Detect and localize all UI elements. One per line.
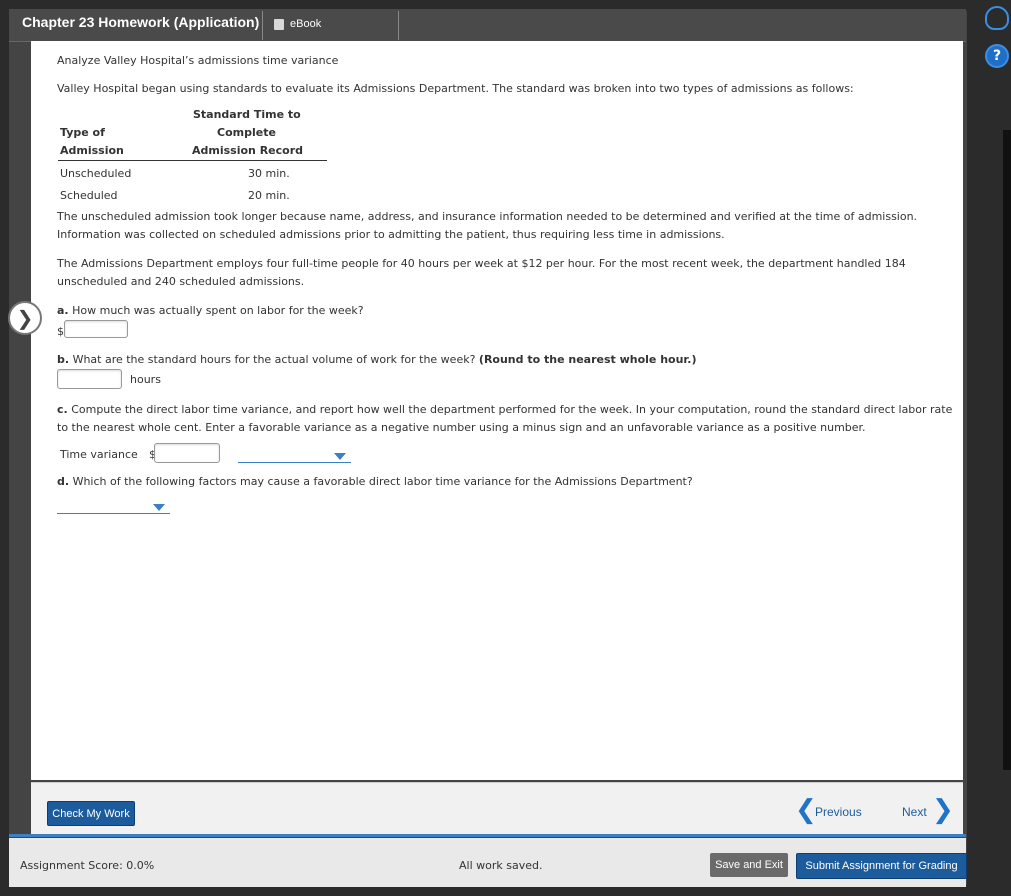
book-icon (274, 18, 284, 30)
question-d: d. Which of the following factors may ca… (57, 475, 693, 488)
chevron-right-icon[interactable]: ❯ (932, 795, 954, 825)
headset-icon[interactable] (985, 6, 1009, 30)
chevron-down-icon (153, 504, 165, 511)
table-cell: 30 min. (248, 167, 290, 180)
table-header: Admission (60, 144, 124, 157)
save-status: All work saved. (459, 859, 543, 872)
question-text: Which of the following factors may cause… (72, 475, 693, 488)
question-a: a. How much was actually spent on labor … (57, 304, 364, 317)
table-cell: Scheduled (60, 189, 118, 202)
question-label: a. (57, 304, 69, 317)
question-nav-toggle[interactable]: ❯ (8, 301, 42, 335)
divider (9, 834, 966, 837)
chevron-right-icon: ❯ (16, 306, 34, 330)
next-link[interactable]: Next (902, 805, 927, 819)
table-cell: 20 min. (248, 189, 290, 202)
assignment-score: Assignment Score: 0.0% (20, 859, 155, 872)
question-c: c. Compute the direct labor time varianc… (57, 401, 957, 437)
paragraph: The Admissions Department employs four f… (57, 257, 906, 288)
header-divider (262, 11, 263, 40)
table-header: Admission Record (192, 144, 304, 157)
table-rule (58, 160, 327, 161)
time-variance-input[interactable] (154, 443, 220, 463)
question-label: b. (57, 353, 70, 366)
question-b: b. What are the standard hours for the a… (57, 353, 697, 366)
previous-link[interactable]: Previous (815, 805, 862, 819)
hours-unit: hours (130, 373, 161, 386)
ebook-label: eBook (290, 18, 322, 30)
save-and-exit-button[interactable]: Save and Exit (710, 853, 788, 877)
question-label: c. (57, 403, 68, 416)
time-variance-label: Time variance (60, 448, 138, 461)
problem-intro: Valley Hospital began using standards to… (57, 82, 854, 95)
problem-content: Analyze Valley Hospital’s admissions tim… (31, 41, 963, 780)
standard-hours-input[interactable] (57, 369, 122, 389)
currency-symbol: $ (57, 325, 64, 338)
ebook-tab[interactable]: eBook (274, 18, 321, 30)
table-header: Type of (60, 126, 105, 139)
question-label: d. (57, 475, 70, 488)
chevron-left-icon[interactable]: ❮ (795, 795, 817, 825)
chevron-down-icon (334, 453, 346, 460)
submit-assignment-button[interactable]: Submit Assignment for Grading (796, 853, 967, 879)
question-text: How much was actually spent on labor for… (72, 304, 364, 317)
question-text: What are the standard hours for the actu… (72, 353, 476, 366)
assignment-title: Chapter 23 Homework (Application) (22, 14, 260, 30)
question-emphasis: (Round to the nearest whole hour.) (478, 353, 697, 366)
question-text: Compute the direct labor time variance, … (57, 403, 953, 434)
paragraph: The unscheduled admission took longer be… (57, 210, 918, 241)
table-header: Complete (217, 126, 276, 139)
problem-heading: Analyze Valley Hospital’s admissions tim… (57, 54, 339, 67)
table-header: Standard Time to (193, 108, 301, 121)
favorable-unfavorable-select[interactable] (238, 450, 351, 463)
labor-cost-input[interactable] (64, 320, 128, 338)
help-icon[interactable]: ? (985, 44, 1009, 68)
factors-select[interactable] (57, 501, 170, 514)
check-my-work-button[interactable]: Check My Work (47, 801, 135, 826)
scrollbar[interactable] (1003, 130, 1011, 770)
table-cell: Unscheduled (60, 167, 132, 180)
header-divider (398, 11, 399, 40)
